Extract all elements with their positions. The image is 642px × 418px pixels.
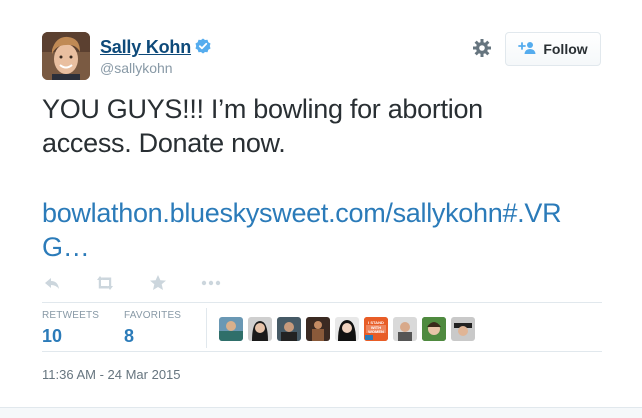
stats-bottom-divider	[42, 351, 602, 352]
favorites-label: FAVORITES	[124, 310, 182, 321]
favoriter-avatar[interactable]	[306, 317, 330, 341]
tweet-card: Sally Kohn @sallykohn Follow YOU GUYS!!!…	[0, 0, 642, 418]
favorites-stat[interactable]: FAVORITES 8	[124, 310, 181, 347]
retweets-count: 10	[42, 326, 63, 346]
gear-icon[interactable]	[472, 38, 492, 58]
stats-top-divider	[42, 302, 602, 303]
user-name[interactable]: Sally Kohn	[100, 37, 191, 58]
verified-badge-icon	[195, 38, 211, 54]
favorites-count: 8	[124, 326, 135, 346]
retweets-label: RETWEETS	[42, 310, 100, 321]
favoriter-avatar[interactable]	[422, 317, 446, 341]
card-footer	[0, 407, 642, 418]
badge-text: I STAND WITH WOMEN	[368, 320, 384, 334]
retweets-stat[interactable]: RETWEETS 10	[42, 310, 99, 347]
favoriter-avatar[interactable]	[277, 317, 301, 341]
avatar[interactable]	[42, 32, 90, 80]
tweet-link[interactable]: bowlathon.blueskysweet.com/sallykohn#.VR…	[42, 196, 602, 264]
favoriter-avatar[interactable]	[335, 317, 359, 341]
reply-icon[interactable]	[42, 273, 62, 293]
favoriter-avatar[interactable]	[248, 317, 272, 341]
user-handle: @sallykohn	[100, 60, 173, 76]
add-user-icon	[518, 41, 536, 58]
favoriter-avatar[interactable]	[451, 317, 475, 341]
favoriter-avatar[interactable]	[219, 317, 243, 341]
favorite-icon[interactable]	[148, 273, 168, 293]
more-icon[interactable]	[200, 273, 221, 293]
tweet-timestamp[interactable]: 11:36 AM - 24 Mar 2015	[42, 367, 181, 382]
favoriter-avatar-badge[interactable]: I STAND WITH WOMEN	[364, 317, 388, 341]
stats-divider	[206, 308, 207, 348]
favoriter-avatar[interactable]	[393, 317, 417, 341]
tweet-text: YOU GUYS!!! I’m bowling for abortion acc…	[42, 94, 483, 158]
retweet-icon[interactable]	[94, 273, 114, 293]
follow-label: Follow	[543, 41, 588, 57]
follow-button[interactable]: Follow	[505, 32, 601, 66]
